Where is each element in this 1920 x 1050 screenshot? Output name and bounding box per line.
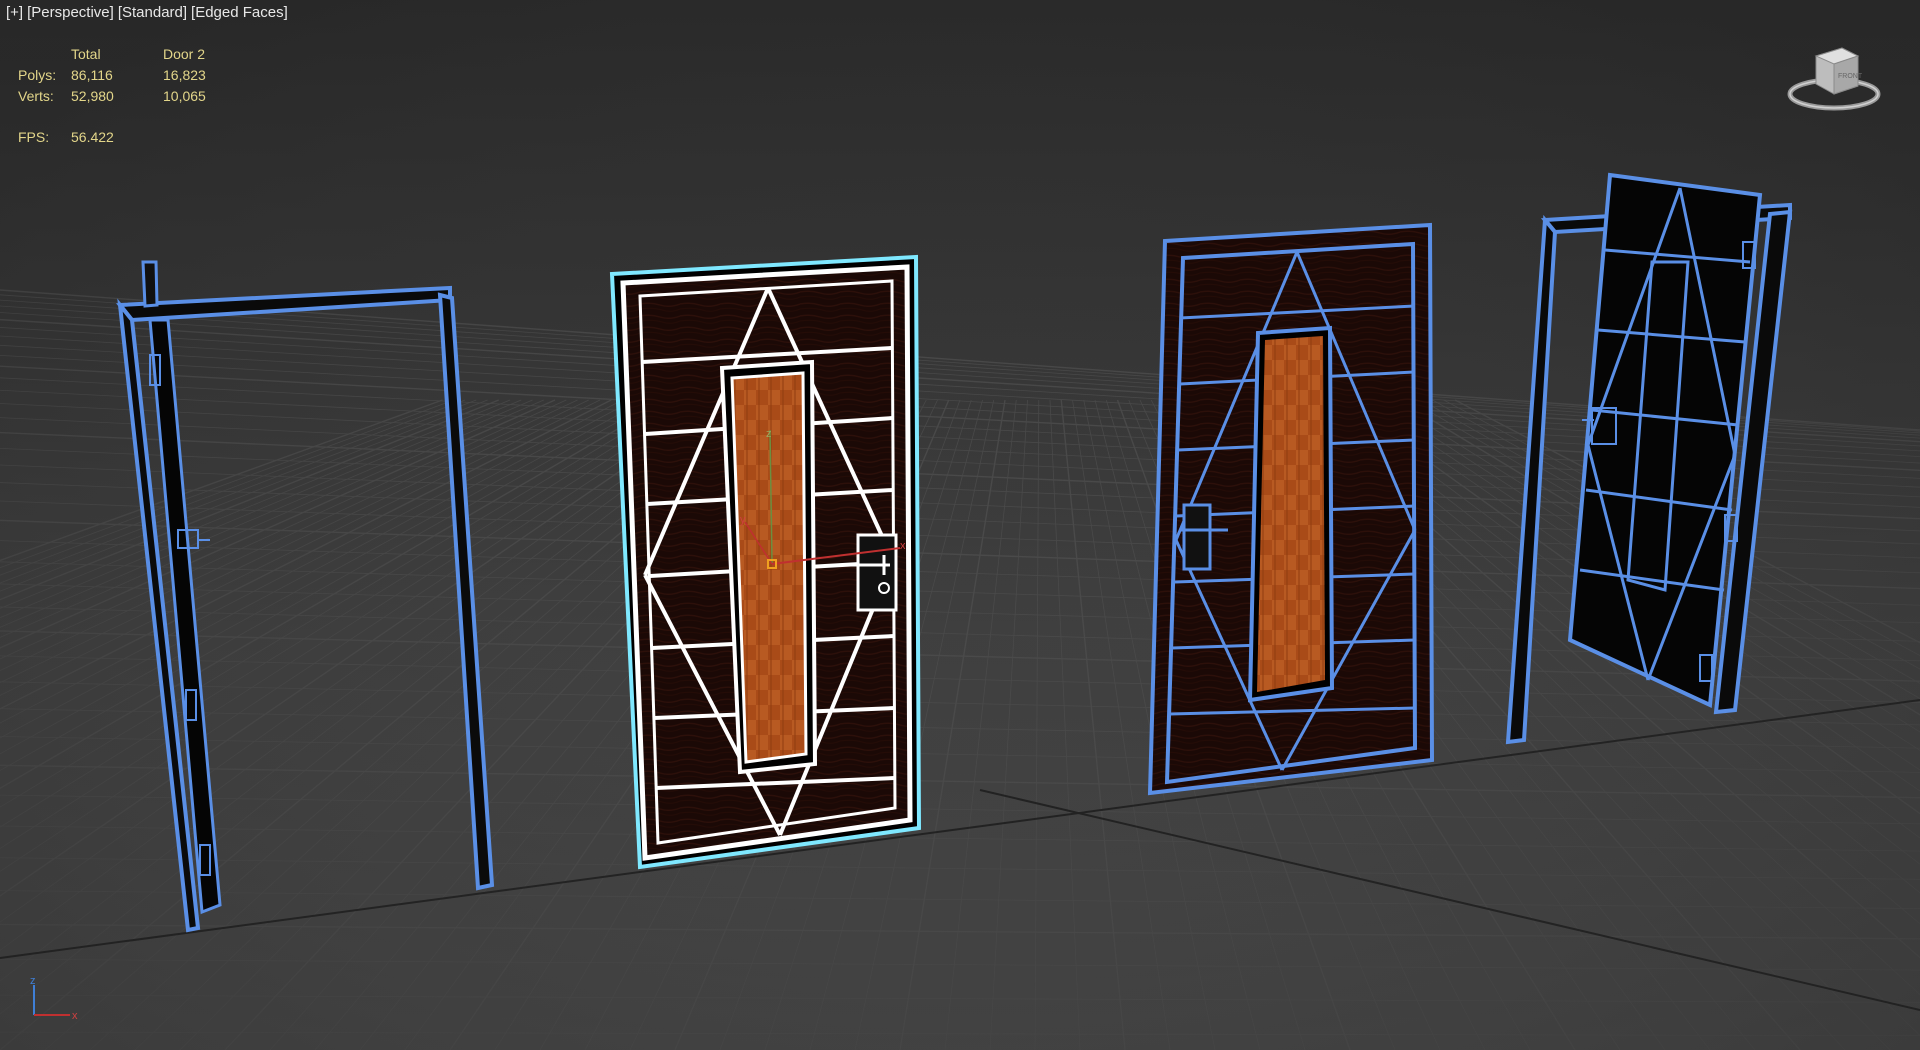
tripod-axis-z: z [30,975,36,987]
door-3-wood-panel [1257,336,1325,692]
gizmo-axis-y: y [740,514,746,526]
stats-verts-label: Verts: [18,88,54,104]
stats-polys-label: Polys: [18,67,57,83]
gizmo-axis-x: x [900,540,906,552]
stats-fps-label: FPS: [18,129,50,145]
viewport-menu-perspective[interactable]: [Perspective] [27,4,114,21]
stats-fps-value: 56.422 [71,129,114,145]
door-lock-icon [1182,503,1212,571]
viewcube-icon[interactable]: FRONT [1782,42,1892,122]
viewcube-front-label: FRONT [1838,73,1863,80]
viewport-menu-edged-faces[interactable]: [Edged Faces] [191,4,288,21]
door-3-closed[interactable] [1147,222,1435,796]
perspective-viewport[interactable]: z y x [+] [Perspective] [Standard] [Edge… [0,0,1920,1050]
tripod-axis-x: x [72,1010,78,1022]
gizmo-axis-z: z [766,428,772,440]
stats-verts-selected: 10,065 [163,88,206,104]
stats-header-selection: Door 2 [163,46,206,62]
stats-verts-total: 52,980 [71,88,114,104]
viewport-scene[interactable]: z y x [0,0,1920,1050]
door-1-leaf-edge-top [141,260,159,308]
viewport-menu-shading-standard[interactable]: [Standard] [118,4,187,21]
door-lock-icon [856,533,898,612]
viewport-label-menu: [+] [Perspective] [Standard] [Edged Faces] [6,4,292,21]
stats-header-total: Total [71,46,101,62]
viewport-menu-plus[interactable]: [+] [6,4,23,21]
axis-tripod-icon: z x [30,975,78,1022]
stats-polys-total: 86,116 [71,67,113,83]
door-2-selected[interactable]: z y x [609,254,922,870]
stats-polys-selected: 16,823 [163,67,206,83]
